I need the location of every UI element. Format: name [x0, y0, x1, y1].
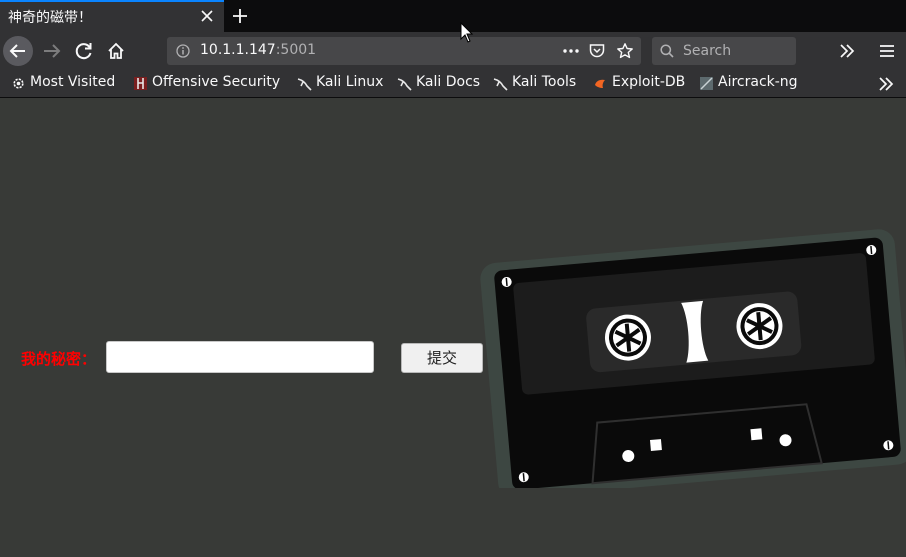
- mouse-cursor-icon: [460, 22, 474, 43]
- info-icon[interactable]: [176, 44, 190, 58]
- url-bar[interactable]: 10.1.1.147:5001: [167, 37, 641, 65]
- page-actions-icon[interactable]: [560, 41, 582, 61]
- kali-dragon-icon: [493, 78, 508, 91]
- bookmark-label: Exploit-DB: [612, 74, 686, 90]
- reload-button[interactable]: [69, 36, 99, 66]
- search-bar[interactable]: Search: [652, 37, 796, 65]
- offsec-icon: [134, 77, 147, 90]
- active-tab[interactable]: 神奇的磁带！: [0, 0, 224, 32]
- bookmark-label: Kali Linux: [316, 74, 384, 90]
- tab-strip: 神奇的磁带！: [0, 0, 906, 32]
- search-placeholder: Search: [683, 43, 732, 59]
- bookmark-label: Offensive Security: [152, 74, 281, 90]
- bookmark-star-icon[interactable]: [616, 42, 634, 60]
- search-icon: [660, 44, 674, 58]
- bookmark-label: Aircrack-ng: [718, 74, 798, 90]
- forward-button[interactable]: [37, 36, 67, 66]
- new-tab-icon[interactable]: [229, 5, 251, 27]
- page-content: 我的秘密： 提交: [0, 98, 906, 557]
- exploitdb-icon: [595, 79, 605, 88]
- gear-icon: [13, 78, 24, 89]
- kali-dragon-icon: [297, 78, 312, 91]
- bookmark-label: Kali Tools: [512, 74, 577, 90]
- bookmarks-toolbar: Most Visited Offensive Security Kali Lin…: [0, 70, 906, 98]
- url-port: :5001: [275, 42, 317, 58]
- nav-toolbar: 10.1.1.147:5001 Search: [0, 32, 906, 70]
- submit-button[interactable]: 提交: [401, 343, 483, 373]
- tab-title: 神奇的磁带！: [8, 10, 92, 26]
- url-text[interactable]: 10.1.1.147:5001: [200, 42, 316, 58]
- hamburger-menu-icon[interactable]: [876, 41, 898, 61]
- tab-accent: [0, 0, 224, 2]
- cassette-tape-image: [480, 229, 906, 488]
- aircrack-icon: [700, 77, 713, 90]
- kali-dragon-icon: [397, 78, 412, 91]
- toolbar-overflow-icon[interactable]: [836, 41, 858, 61]
- bookmark-label: Most Visited: [30, 74, 116, 90]
- secret-label: 我的秘密：: [21, 350, 97, 368]
- pocket-icon[interactable]: [588, 42, 606, 60]
- secret-input[interactable]: [106, 341, 374, 373]
- bookmarks-overflow-icon[interactable]: [876, 75, 896, 93]
- bookmark-label: Kali Docs: [416, 74, 481, 90]
- home-button[interactable]: [101, 36, 131, 66]
- url-host: 10.1.1.147: [200, 42, 276, 58]
- back-button[interactable]: [3, 36, 33, 66]
- close-tab-icon[interactable]: [197, 6, 217, 26]
